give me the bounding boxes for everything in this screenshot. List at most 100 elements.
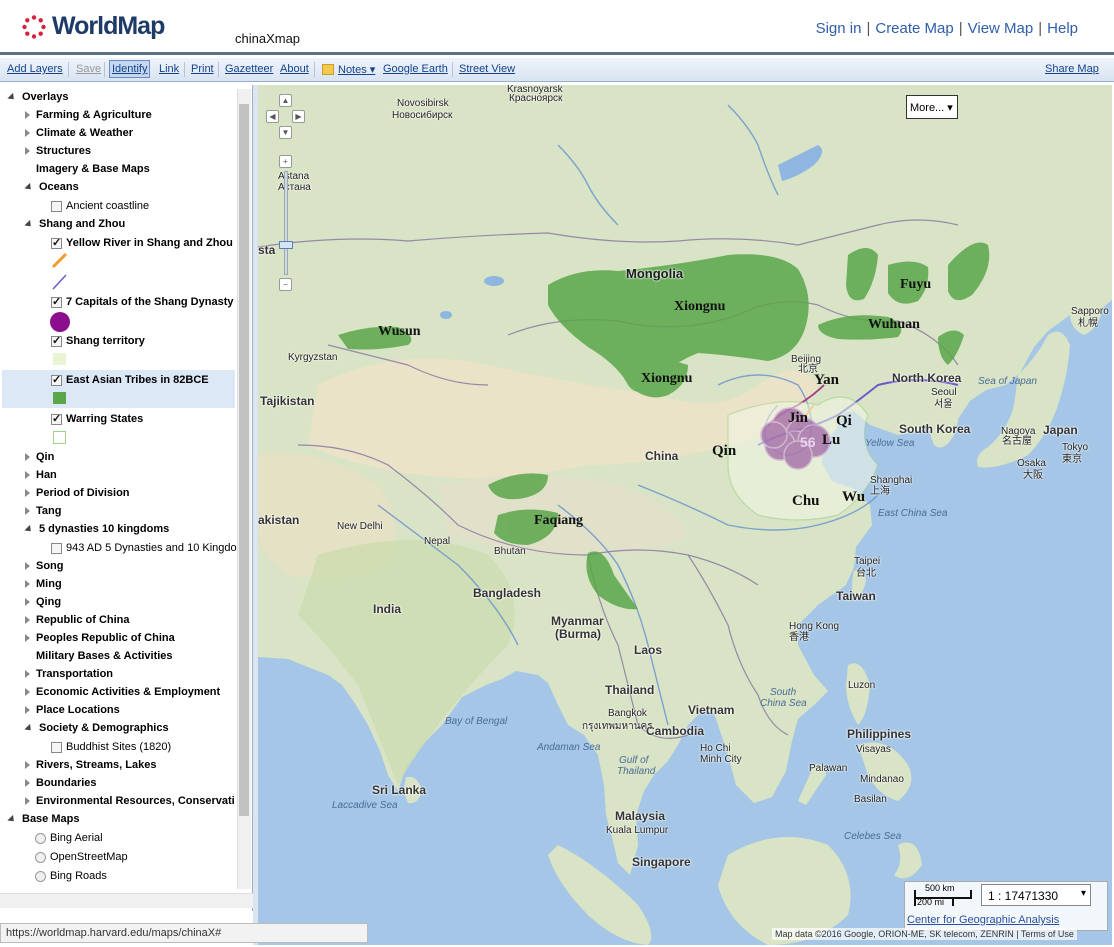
tree-ming[interactable]: Ming — [25, 575, 62, 593]
tree-qing[interactable]: Qing — [25, 593, 61, 611]
map-label-philippines: Philippines — [847, 727, 912, 741]
tree-tang[interactable]: Tang — [25, 502, 61, 520]
territory-legend — [53, 353, 66, 365]
map-city-kuala-lumpur: Kuala Lumpur — [606, 825, 669, 836]
link-button[interactable]: Link — [159, 63, 179, 75]
scale-select[interactable]: 1 : 17471330 ▾ — [981, 884, 1091, 906]
tree-farming[interactable]: Farming & Agriculture — [25, 106, 152, 124]
map-label-myanmar: Myanmar — [551, 614, 604, 628]
sign-in-link[interactable]: Sign in — [816, 20, 862, 37]
layer-checkbox[interactable] — [51, 373, 62, 386]
map-label-palawan: Palawan — [809, 763, 848, 774]
tree-places[interactable]: Place Locations — [25, 701, 120, 719]
collapse-icon — [25, 562, 30, 570]
map-city-taipei: Taipei — [854, 556, 881, 567]
worldmap-logo[interactable]: WorldMap — [22, 12, 165, 41]
tree-structures[interactable]: Structures — [25, 142, 91, 160]
radio-icon[interactable] — [35, 832, 46, 844]
pan-up-button[interactable]: ▲ — [279, 94, 292, 107]
create-map-link[interactable]: Create Map — [875, 20, 953, 37]
layer-ancient-coastline[interactable]: Ancient coastline — [51, 197, 149, 215]
layer-warring-states[interactable]: Warring States — [51, 410, 143, 428]
map-label-singapore: Singapore — [632, 855, 691, 869]
tree-qin[interactable]: Qin — [25, 448, 54, 466]
layer-five-dynasties[interactable]: 943 AD 5 Dynasties and 10 Kingdo — [51, 539, 237, 557]
map-city-beijing-zh: 北京 — [798, 364, 818, 375]
tree-oceans[interactable]: Oceans — [24, 178, 79, 196]
tree-prc[interactable]: Peoples Republic of China — [25, 629, 175, 647]
terms-of-use-link[interactable]: Terms of Use — [1021, 929, 1074, 939]
map-sea-laccadive: Laccadive Sea — [332, 800, 398, 811]
notes-button[interactable]: Notes ▾ — [338, 63, 375, 76]
map-label-wusun: Wusun — [378, 324, 421, 339]
add-layers-button[interactable]: Add Layers — [7, 63, 63, 75]
tree-base-maps[interactable]: Base Maps — [7, 810, 79, 828]
tree-rivers[interactable]: Rivers, Streams, Lakes — [25, 756, 156, 774]
layer-checkbox[interactable] — [51, 741, 62, 753]
share-map-button[interactable]: Share Map — [1045, 63, 1099, 75]
layer-checkbox[interactable] — [51, 334, 62, 347]
tree-five-dynasties[interactable]: 5 dynasties 10 kingdoms — [24, 520, 169, 538]
sidebar-horizontal-scrollbar[interactable] — [0, 893, 253, 908]
pan-left-button[interactable]: ◀ — [266, 110, 279, 123]
tree-climate[interactable]: Climate & Weather — [25, 124, 133, 142]
tree-song[interactable]: Song — [25, 557, 64, 575]
layer-checkbox[interactable] — [51, 542, 62, 554]
layer-buddhist[interactable]: Buddhist Sites (1820) — [51, 738, 171, 756]
gazetteer-button[interactable]: Gazetteer — [225, 63, 273, 75]
tree-han[interactable]: Han — [25, 466, 57, 484]
tree-division[interactable]: Period of Division — [25, 484, 130, 502]
expand-icon[interactable] — [7, 92, 17, 102]
tree-imagery[interactable]: Imagery & Base Maps — [36, 160, 150, 178]
tree-roc[interactable]: Republic of China — [25, 611, 130, 629]
radio-icon[interactable] — [35, 851, 46, 863]
collapse-icon — [25, 706, 30, 714]
radio-icon[interactable] — [35, 870, 46, 882]
map-city-astana: Astana — [278, 171, 310, 182]
help-link[interactable]: Help — [1047, 20, 1078, 37]
tree-shang-zhou[interactable]: Shang and Zhou — [24, 215, 125, 233]
street-view-button[interactable]: Street View — [459, 63, 515, 75]
tree-overlays[interactable]: Overlays — [7, 88, 68, 106]
tree-economic[interactable]: Economic Activities & Employment — [25, 683, 220, 701]
more-dropdown-button[interactable]: More... ▾ — [906, 95, 958, 119]
basemap-bing-roads[interactable]: Bing Roads — [35, 867, 107, 885]
layer-shang-capitals[interactable]: 7 Capitals of the Shang Dynasty — [51, 293, 233, 311]
google-earth-button[interactable]: Google Earth — [383, 63, 448, 75]
tree-society[interactable]: Society & Demographics — [24, 719, 169, 737]
pan-right-button[interactable]: ▶ — [292, 110, 305, 123]
tree-military[interactable]: Military Bases & Activities — [36, 647, 173, 665]
pan-down-button[interactable]: ▼ — [279, 126, 292, 139]
zoom-out-button[interactable]: − — [279, 278, 292, 291]
map-label-pakistan: akistan — [258, 513, 300, 527]
cga-link[interactable]: Center for Geographic Analysis — [907, 914, 1059, 926]
layer-checkbox[interactable] — [51, 412, 62, 425]
map-viewport[interactable]: 56 Mongolia Xiongnu Xiongnu Wusun Wuhuan… — [258, 85, 1112, 945]
tree-transport[interactable]: Transportation — [25, 665, 113, 683]
view-map-link[interactable]: View Map — [968, 20, 1034, 37]
about-button[interactable]: About — [280, 63, 309, 75]
print-button[interactable]: Print — [191, 63, 214, 75]
zoom-in-button[interactable]: + — [279, 155, 292, 168]
layer-checkbox[interactable] — [51, 236, 62, 249]
map-attribution: Map data ©2016 Google, ORION-ME, SK tele… — [772, 928, 1077, 940]
map-label-kyrgyzstan: Kyrgyzstan — [288, 352, 338, 363]
save-button[interactable]: Save — [76, 63, 101, 75]
zoom-slider-track[interactable] — [284, 171, 288, 275]
tree-boundaries[interactable]: Boundaries — [25, 774, 97, 792]
basemap-osm[interactable]: OpenStreetMap — [35, 848, 128, 866]
layer-checkbox[interactable] — [51, 200, 62, 212]
sidebar-scrollbar-thumb[interactable] — [239, 104, 249, 816]
scale-mi: 200 mi — [917, 897, 945, 907]
layer-east-asian-tribes[interactable]: East Asian Tribes in 82BCE — [51, 371, 209, 389]
toolbar: Add Layers Save Identify Link Print Gaze… — [0, 58, 1114, 82]
map-city-shanghai: Shanghai — [870, 475, 913, 486]
identify-button[interactable]: Identify — [109, 60, 151, 78]
collapse-icon — [25, 147, 30, 155]
layer-shang-territory[interactable]: Shang territory — [51, 332, 145, 350]
basemap-bing-aerial[interactable]: Bing Aerial — [35, 829, 103, 847]
zoom-slider-handle[interactable] — [279, 241, 293, 249]
tree-environment[interactable]: Environmental Resources, Conservati — [25, 792, 235, 810]
layer-checkbox[interactable] — [51, 295, 62, 308]
layer-yellow-river[interactable]: Yellow River in Shang and Zhou — [51, 234, 233, 252]
